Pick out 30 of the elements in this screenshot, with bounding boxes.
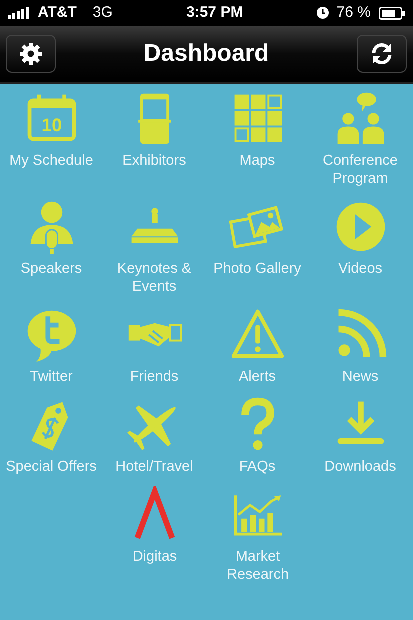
settings-button[interactable] <box>6 35 56 73</box>
menu-tile[interactable]: Downloads <box>309 396 412 476</box>
screen-title: Dashboard <box>144 39 270 69</box>
battery-percent: 76 % <box>336 2 371 23</box>
battery-icon <box>379 6 405 20</box>
network-type: 3G <box>92 2 113 23</box>
menu-tile[interactable]: Special Offers <box>0 396 103 476</box>
menu-tile[interactable]: Photo Gallery <box>206 198 309 296</box>
menu-tile[interactable]: Hotel/Travel <box>103 396 206 476</box>
menu-tile[interactable]: Maps <box>206 90 309 188</box>
menu-tile[interactable]: News <box>309 306 412 386</box>
menu-tile[interactable]: 10 My Schedule <box>0 90 103 188</box>
menu-tile[interactable]: Market Research <box>206 486 310 584</box>
clock-icon <box>316 7 329 19</box>
menu-tile[interactable]: FAQs <box>206 396 309 476</box>
settings-icon <box>19 42 43 66</box>
menu-tile[interactable]: Twitter <box>0 306 103 386</box>
menu-tile[interactable]: Videos <box>309 198 412 296</box>
menu-tile[interactable]: Speakers <box>0 198 103 296</box>
menu-tile[interactable]: Alerts <box>206 306 309 386</box>
menu-tile[interactable]: Friends <box>103 306 206 386</box>
menu-tile[interactable]: Keynotes & Events <box>103 198 206 296</box>
refresh-icon <box>370 42 394 66</box>
carrier-name: AT&T <box>38 2 77 23</box>
menu-tile[interactable]: Digitas <box>104 486 206 584</box>
signal-icon <box>8 7 30 19</box>
refresh-button[interactable] <box>356 35 407 73</box>
menu-tile[interactable]: Exhibitors <box>103 90 206 188</box>
clock-time: 3:57 PM <box>186 2 244 23</box>
menu-tile[interactable]: Conference Program <box>309 90 412 188</box>
